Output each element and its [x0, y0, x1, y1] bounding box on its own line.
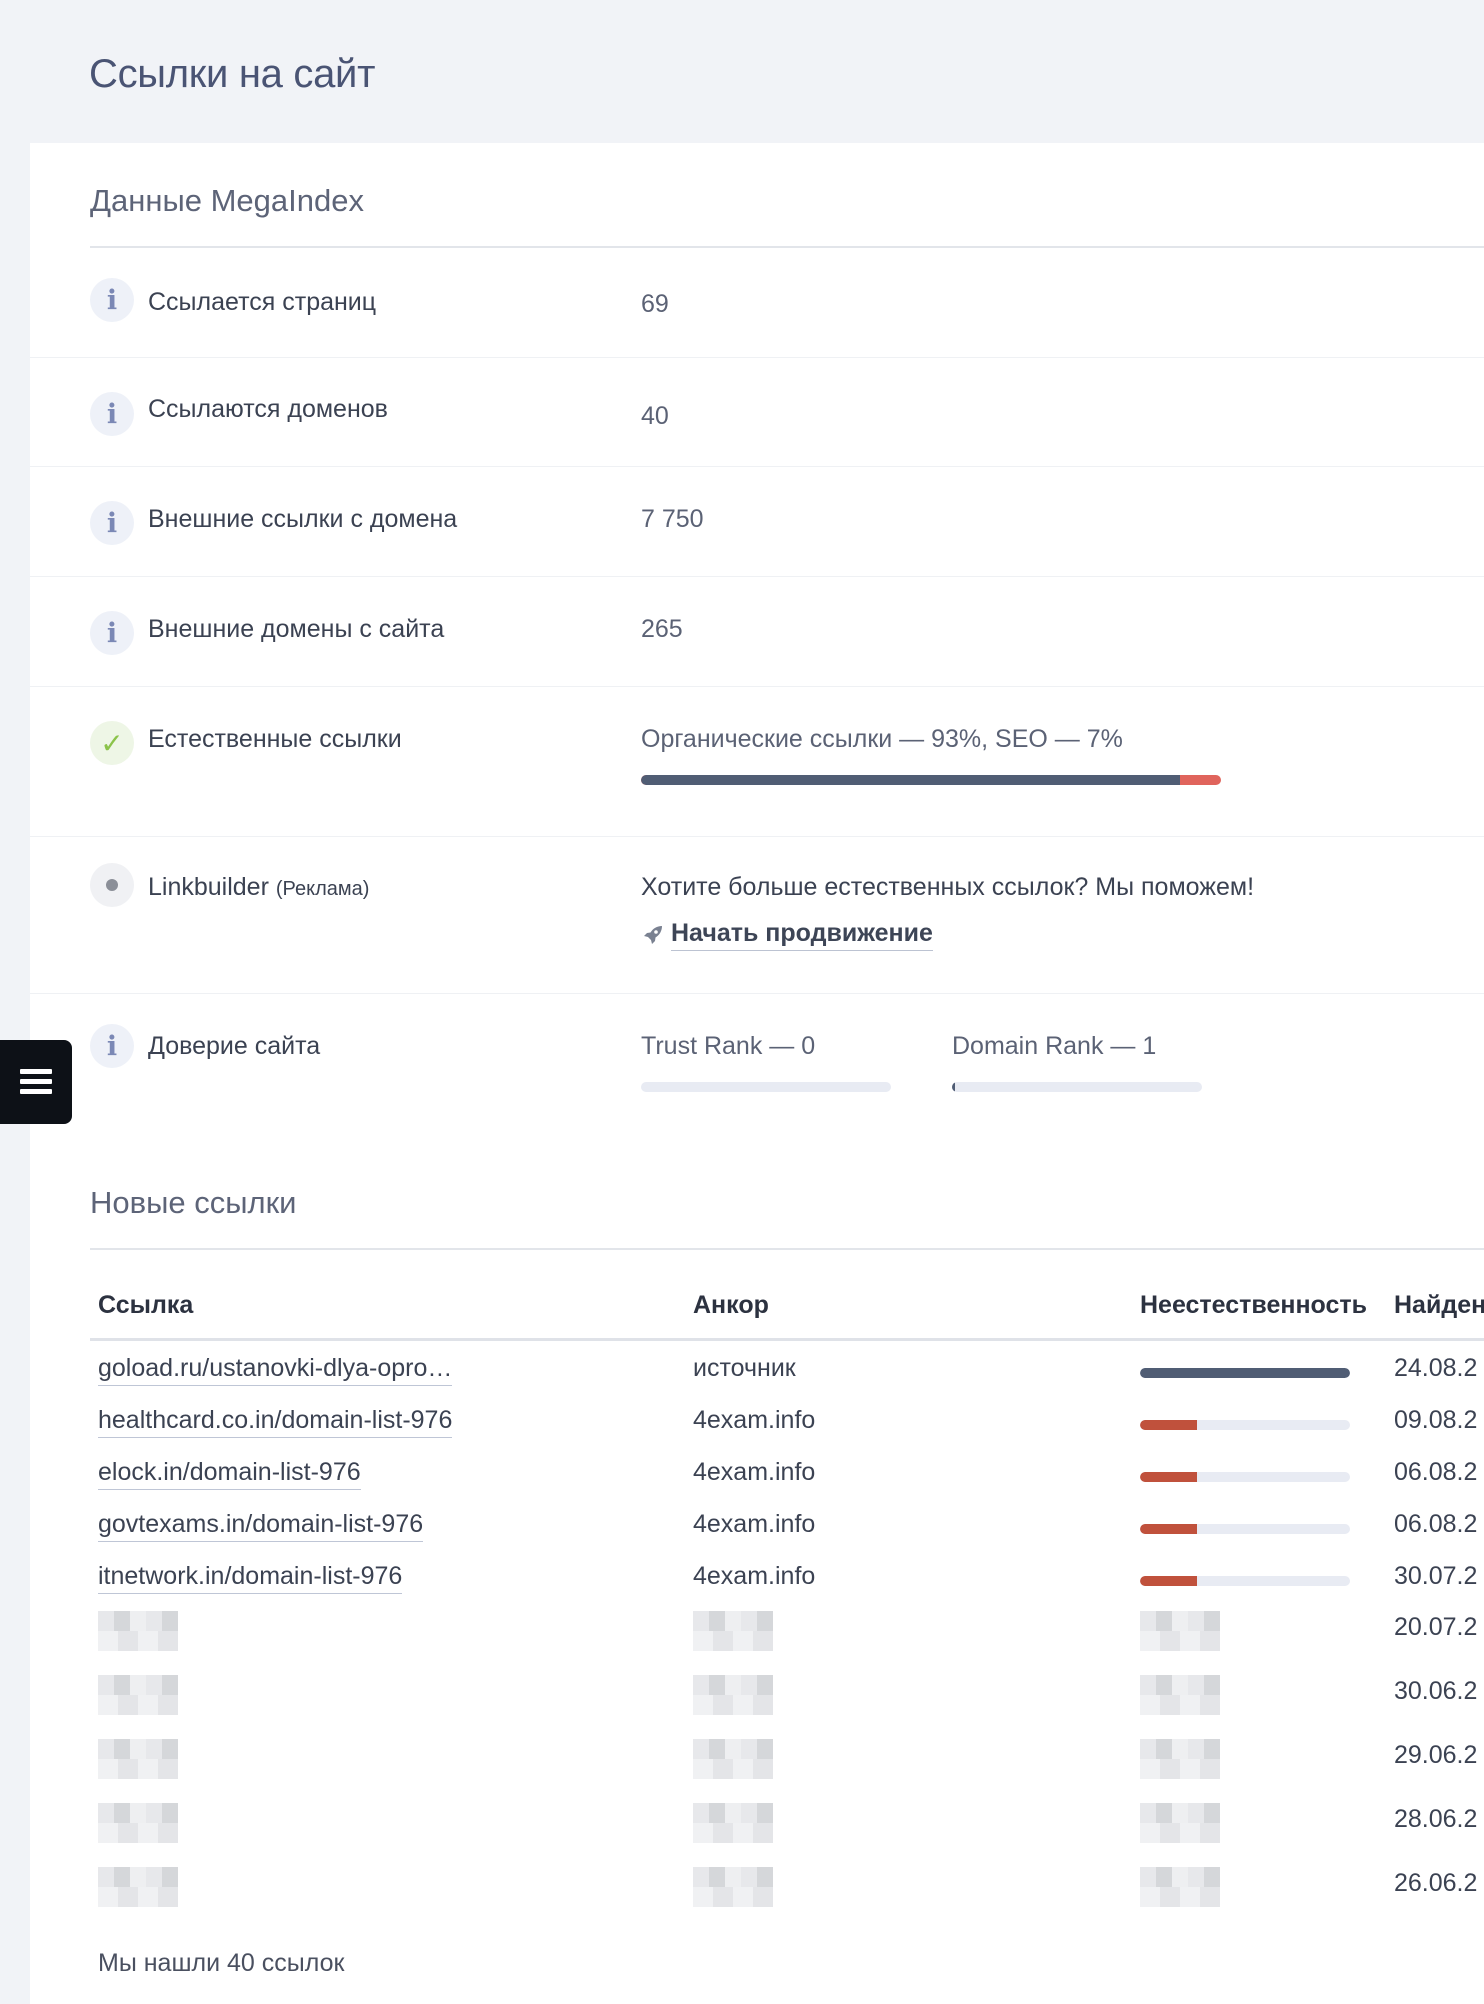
anchor-text: 4exam.info — [693, 1458, 816, 1486]
link-url[interactable]: goload.ru/ustanovki-dlya-opro… — [98, 1354, 453, 1386]
domain-rank-bar — [952, 1082, 1202, 1092]
blurred-bar — [1140, 1803, 1220, 1843]
unnatural-bar-fill — [1140, 1420, 1197, 1430]
unnatural-bar-fill — [1140, 1524, 1197, 1534]
metric-row-external-links: i Внешние ссылки с домена 7 750 — [30, 467, 1484, 577]
blurred-link — [98, 1675, 178, 1715]
linkbuilder-label: Linkbuilder (Реклама) — [148, 873, 369, 902]
info-icon[interactable]: i — [90, 1024, 134, 1068]
metric-label: Внешние домены с сайта — [148, 615, 445, 643]
linkbuilder-title: Linkbuilder — [148, 873, 269, 901]
metric-label: Ссылаются доменов — [148, 395, 388, 423]
link-url[interactable]: govtexams.in/domain-list-976 — [98, 1510, 424, 1542]
trust-rank-label: Trust Rank — 0 — [641, 1032, 816, 1060]
link-url[interactable]: elock.in/domain-list-976 — [98, 1458, 361, 1490]
unnatural-bar-fill — [1140, 1472, 1197, 1482]
column-header-unnatural[interactable]: Неестественность — [1140, 1291, 1367, 1320]
link-url[interactable]: healthcard.co.in/domain-list-976 — [98, 1406, 453, 1438]
ad-note: (Реклама) — [275, 878, 370, 900]
info-icon[interactable]: i — [90, 392, 134, 436]
content-card: Данные MegaIndex i Ссылается страниц 69 … — [30, 143, 1484, 2004]
metric-row-linkbuilder: Linkbuilder (Реклама) Хотите больше есте… — [30, 837, 1484, 994]
metric-label: Естественные ссылки — [148, 725, 402, 753]
found-date: 26.06.2 — [1394, 1869, 1478, 1897]
metric-value: 69 — [641, 290, 669, 318]
metric-label: Внешние ссылки с домена — [148, 505, 458, 533]
found-date: 30.07.2 — [1394, 1562, 1478, 1590]
unnatural-bar-fill — [1140, 1368, 1350, 1378]
links-count-text: Мы нашли 40 ссылок — [98, 1949, 345, 1977]
found-date: 06.08.2 — [1394, 1458, 1478, 1486]
anchor-text: 4exam.info — [693, 1562, 816, 1590]
found-date: 09.08.2 — [1394, 1406, 1478, 1434]
metric-row-pages: i Ссылается страниц 69 — [30, 248, 1484, 358]
domain-rank-fill — [952, 1082, 955, 1092]
natural-links-bar — [641, 775, 1221, 785]
column-header-anchor[interactable]: Анкор — [693, 1291, 769, 1320]
new-links-section-title: Новые ссылки — [90, 1185, 297, 1220]
metric-label: Ссылается страниц — [148, 288, 377, 316]
blurred-bar — [1140, 1675, 1220, 1715]
megaindex-section-title: Данные MegaIndex — [90, 183, 364, 218]
check-icon: ✓ — [90, 721, 134, 765]
found-date: 28.06.2 — [1394, 1805, 1478, 1833]
metric-value: 40 — [641, 402, 669, 430]
blurred-bar — [1140, 1611, 1220, 1651]
found-date: 29.06.2 — [1394, 1741, 1478, 1769]
start-promotion-link[interactable]: Начать продвижение — [671, 919, 933, 951]
page-title: Ссылки на сайт — [89, 52, 376, 96]
found-date: 30.06.2 — [1394, 1677, 1478, 1705]
unnatural-bar — [1140, 1576, 1350, 1586]
blurred-bar — [1140, 1739, 1220, 1779]
menu-button[interactable] — [0, 1040, 72, 1124]
organic-links-fill — [641, 775, 1181, 785]
natural-links-summary: Органические ссылки — 93%, SEO — 7% — [641, 725, 1123, 753]
blurred-anchor — [693, 1867, 773, 1907]
column-header-link[interactable]: Ссылка — [98, 1291, 193, 1320]
blurred-link — [98, 1611, 178, 1651]
anchor-text: источник — [693, 1354, 796, 1382]
info-icon[interactable]: i — [90, 611, 134, 655]
found-date: 06.08.2 — [1394, 1510, 1478, 1538]
metric-row-natural-links: ✓ Естественные ссылки Органические ссылк… — [30, 687, 1484, 837]
blurred-link — [98, 1867, 178, 1907]
metric-value: 7 750 — [641, 505, 704, 533]
domain-rank-label: Domain Rank — 1 — [952, 1032, 1157, 1060]
blurred-link — [98, 1739, 178, 1779]
column-header-found[interactable]: Найден — [1394, 1291, 1484, 1320]
link-url[interactable]: itnetwork.in/domain-list-976 — [98, 1562, 403, 1594]
blurred-anchor — [693, 1739, 773, 1779]
blurred-anchor — [693, 1803, 773, 1843]
blurred-link — [98, 1803, 178, 1843]
anchor-text: 4exam.info — [693, 1510, 816, 1538]
info-icon[interactable]: i — [90, 501, 134, 545]
blurred-anchor — [693, 1611, 773, 1651]
hamburger-icon — [20, 1069, 52, 1095]
linkbuilder-text: Хотите больше естественных ссылок? Мы по… — [641, 873, 1255, 901]
metric-label: Доверие сайта — [148, 1032, 321, 1060]
blurred-bar — [1140, 1867, 1220, 1907]
blurred-anchor — [693, 1675, 773, 1715]
unnatural-bar — [1140, 1524, 1350, 1534]
metric-row-trust: i Доверие сайта Trust Rank — 0 Domain Ra… — [30, 994, 1484, 1144]
metric-row-domains: i Ссылаются доменов 40 — [30, 358, 1484, 467]
bullet-icon — [90, 863, 134, 907]
found-date: 24.08.2 — [1394, 1354, 1478, 1382]
table-header-divider — [90, 1338, 1484, 1341]
unnatural-bar — [1140, 1472, 1350, 1482]
unnatural-bar-fill — [1140, 1576, 1197, 1586]
metric-value: 265 — [641, 615, 683, 643]
trust-rank-bar — [641, 1082, 891, 1092]
section-divider — [90, 1248, 1484, 1250]
anchor-text: 4exam.info — [693, 1406, 816, 1434]
info-icon[interactable]: i — [90, 278, 134, 322]
rocket-icon — [644, 926, 662, 944]
unnatural-bar — [1140, 1420, 1350, 1430]
found-date: 20.07.2 — [1394, 1613, 1478, 1641]
unnatural-bar — [1140, 1368, 1350, 1378]
metric-row-external-domains: i Внешние домены с сайта 265 — [30, 577, 1484, 687]
